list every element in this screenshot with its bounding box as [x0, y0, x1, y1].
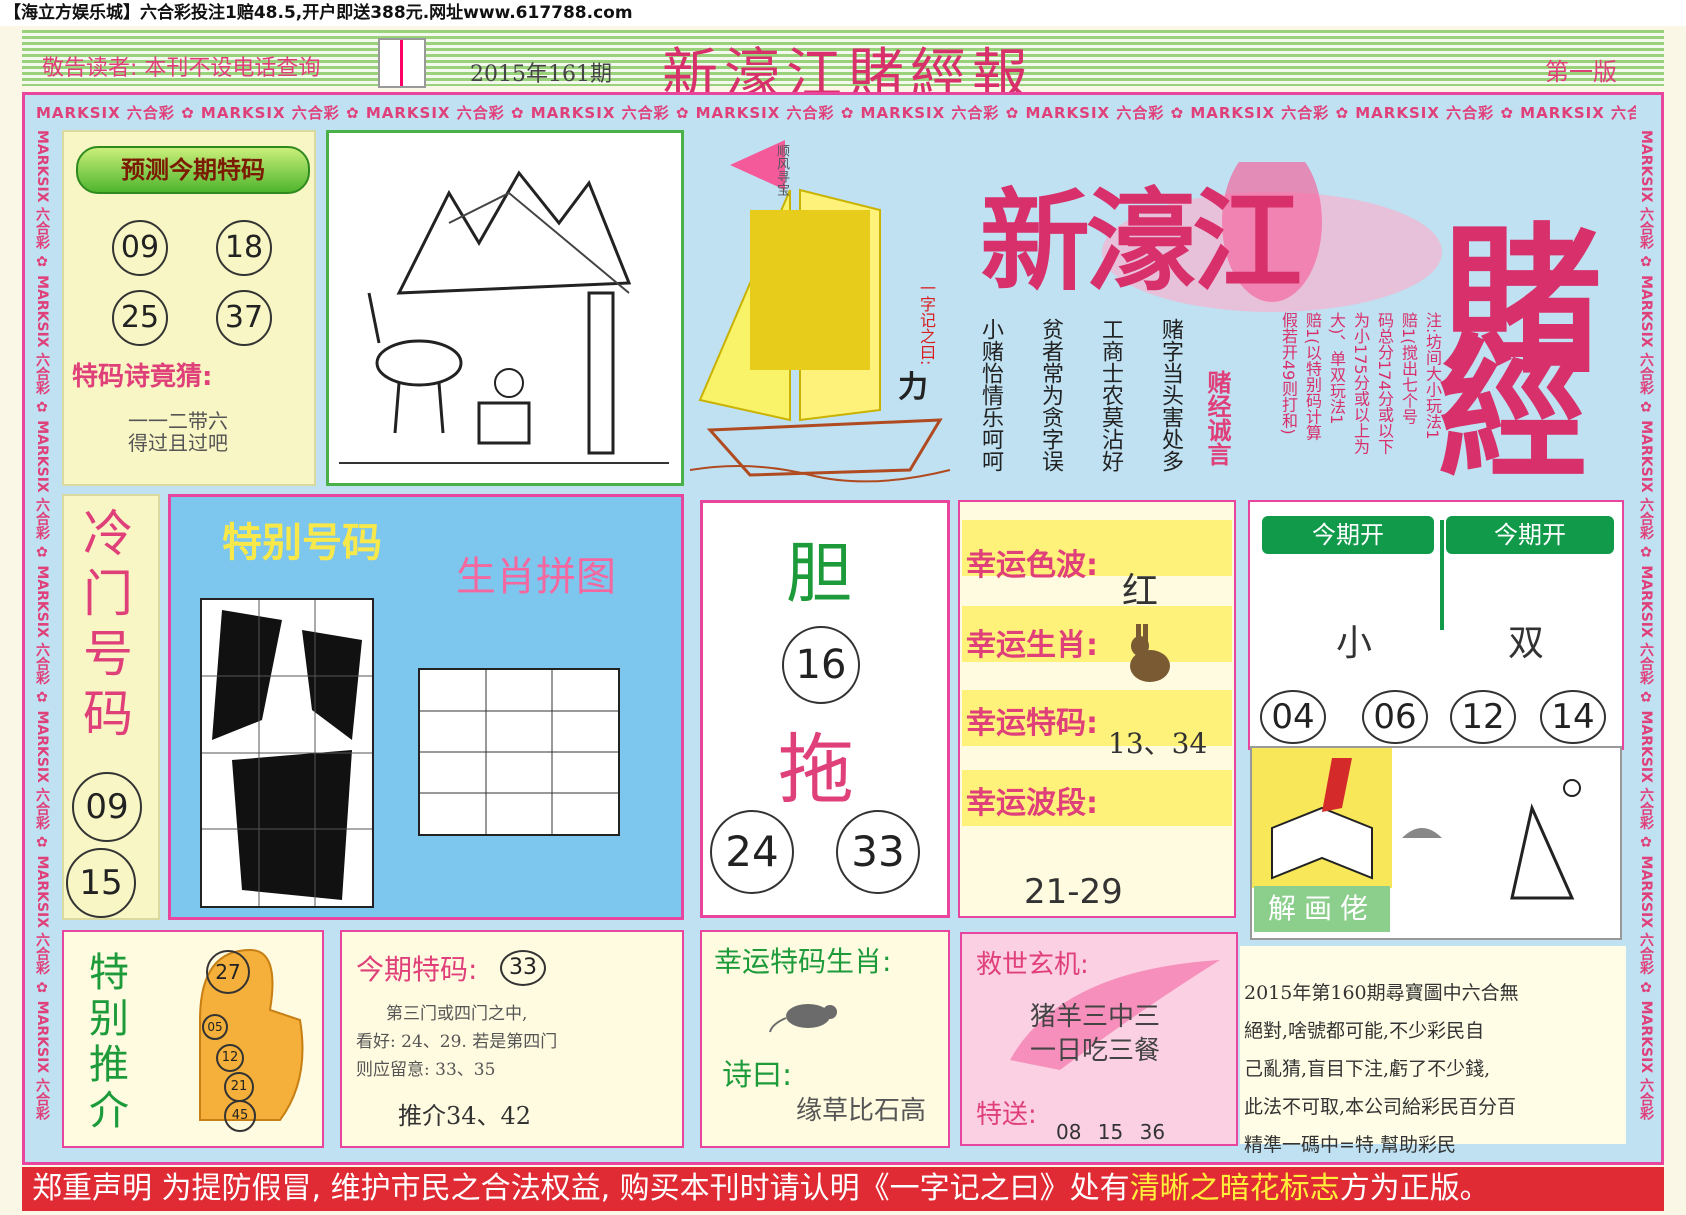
dan-number: 16: [782, 626, 860, 704]
cold-number: 15: [66, 848, 136, 918]
commentary-text: 2015年第160期尋寶圖中六合無 絕對,啥號都可能,不少彩民自 己亂猜,盲目下注,…: [1244, 982, 1519, 1156]
lucky-code-label: 幸运特码:: [966, 706, 1098, 741]
reader-notice: 敬告读者: 本刊不设电话查询: [42, 56, 321, 81]
footer-statement: 郑重声明 为提防假冒, 维护市民之合法权益, 购买本刊时请认明《一字记之曰》处有…: [22, 1167, 1664, 1211]
predict-number: 18: [216, 220, 272, 276]
this-issue-recommend: 推介34、42: [398, 1102, 532, 1130]
lucky-color-value: 红: [1122, 571, 1159, 612]
special-number: 45: [224, 1100, 256, 1132]
lucky-range-value: 21-29: [1024, 872, 1123, 912]
cold-number: 09: [72, 772, 142, 842]
special-number: 21: [224, 1072, 254, 1102]
rabbit-icon: [1130, 624, 1170, 682]
cold-title: 冷门号码: [83, 505, 133, 743]
issue-number: 2015年161期: [470, 62, 612, 87]
sketch-panel: [326, 130, 684, 486]
lucky-zodiac-label: 幸运生肖:: [966, 628, 1098, 663]
open-number: 06: [1362, 690, 1428, 744]
border-text-top: MARKSIX 六合彩 ✿ MARKSIX 六合彩 ✿ MARKSIX 六合彩 …: [36, 104, 1636, 122]
lucky-zodiac-poem: 缘草比石高: [796, 1096, 927, 1126]
poem-title: 特码诗竟猜:: [72, 362, 213, 392]
zodiac-puzzle-image: [202, 600, 372, 906]
oracle-text: 猪羊三中三 一日吃三餐: [1030, 1002, 1161, 1066]
oracle-title: 救世玄机:: [976, 950, 1089, 980]
motto-title: 赌经诚言: [1203, 370, 1231, 466]
top-ad-bar: 【海立方娱乐城】六合彩投注1赔48.5,开户即送388元.网址www.61778…: [0, 0, 1686, 26]
open-label-parity: 今期开: [1446, 516, 1614, 554]
lucky-code-value: 13、34: [1108, 727, 1208, 760]
tuo-label: 拖: [778, 725, 854, 814]
predict-badge: 预测今期特码: [76, 146, 310, 194]
open-value-parity: 双: [1508, 623, 1545, 664]
tuo-number: 24: [710, 810, 794, 894]
dan-label: 胆: [786, 535, 852, 612]
lucky-color-label: 幸运色波:: [966, 548, 1098, 583]
open-number: 12: [1450, 690, 1516, 744]
special-number: 12: [216, 1044, 244, 1072]
brand-title: 新濠江: [980, 178, 1302, 306]
lucky-zodiac-title: 幸运特码生肖:: [714, 945, 892, 978]
sail-text: 一字记之曰:: [917, 280, 936, 366]
puzzle-title: 特别号码: [222, 520, 382, 566]
predict-number: 37: [216, 290, 272, 346]
edition-label: 第一版: [1545, 58, 1617, 86]
oracle-send-nums: 08 15 36: [1056, 1120, 1166, 1144]
special-number: 05: [202, 1014, 228, 1040]
special-number: 27: [206, 950, 250, 994]
open-number: 14: [1540, 690, 1606, 744]
this-issue-label: 今期特码:: [356, 953, 478, 986]
lucky-zodiac-poem-label: 诗曰:: [722, 1058, 793, 1093]
motto-lines: 赌字当头害处多 工商士农莫沾好 贫者常为贪字误 小赌怡情乐呵呵: [978, 318, 1183, 472]
predict-number: 25: [112, 290, 168, 346]
painting-label: 解画佬: [1254, 886, 1390, 932]
flag-text: 顺风寻宝: [774, 144, 789, 196]
sail-word: 力: [898, 370, 928, 405]
tuo-number: 33: [836, 810, 920, 894]
oracle-send-label: 特送:: [976, 1100, 1037, 1130]
puzzle-grid-pieces: [418, 668, 620, 836]
puzzle-grid-filled: [200, 598, 374, 908]
deer-landscape-illustration: [339, 170, 669, 464]
rules-note: 注:坊间大小玩法1 赔1(搅出七个号 码总分174分或以下 为小175分或以上为…: [1279, 312, 1442, 455]
poem-text: 一一二带六 得过且过吧: [128, 409, 228, 455]
open-number: 04: [1260, 690, 1326, 744]
book-icon: [378, 38, 426, 88]
predict-number: 09: [112, 220, 168, 276]
open-label-size: 今期开: [1262, 516, 1434, 554]
rat-icon: [769, 1004, 837, 1033]
lucky-range-label: 幸运波段:: [966, 786, 1098, 821]
special-title: 特别推介: [89, 950, 129, 1134]
this-issue-number: 33: [500, 950, 546, 986]
open-divider: [1440, 520, 1444, 630]
open-value-size: 小: [1336, 623, 1373, 664]
this-issue-text: 第三门或四门之中, 看好: 24、29. 若是第四门 则应留意: 33、35: [356, 1004, 558, 1080]
brand-title-classic: 經: [1438, 325, 1589, 499]
boat-area: 顺风寻宝 一字记之曰: 力: [689, 130, 960, 490]
puzzle-pieces-image: [420, 670, 618, 834]
border-text-left: MARKSIX 六合彩 ✿ MARKSIX 六合彩 ✿ MARKSIX 六合彩 …: [34, 130, 50, 1121]
puzzle-subtitle: 生肖拼图: [456, 554, 616, 600]
border-text-right: MARKSIX 六合彩 ✿ MARKSIX 六合彩 ✿ MARKSIX 六合彩 …: [1638, 130, 1654, 1121]
